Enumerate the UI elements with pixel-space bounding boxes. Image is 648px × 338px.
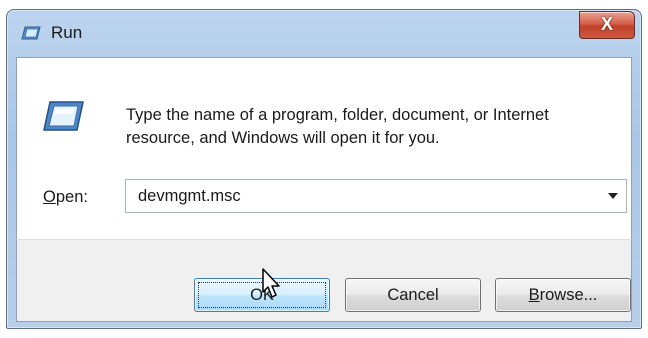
ok-button[interactable]: OK (194, 278, 330, 312)
dialog-body: Type the name of a program, folder, docu… (16, 57, 632, 240)
open-label-accelerator: O (43, 188, 56, 206)
title-bar[interactable]: Run X (7, 10, 641, 56)
cancel-button-label: Cancel (387, 286, 439, 304)
run-icon (43, 101, 84, 131)
browse-button-label: rowse... (539, 286, 598, 304)
browse-button[interactable]: Browse... (495, 278, 631, 312)
description-text: Type the name of a program, folder, docu… (126, 106, 549, 147)
run-icon (21, 26, 41, 40)
run-dialog: Run X Type the name of a program, folder… (6, 9, 642, 329)
window-title: Run (51, 23, 83, 42)
focus-rectangle (198, 282, 326, 308)
open-combobox[interactable] (125, 179, 627, 213)
open-input[interactable] (126, 180, 596, 212)
browse-button-accelerator: B (528, 286, 540, 304)
open-label-text: pen: (55, 188, 88, 206)
chevron-down-icon[interactable] (608, 193, 618, 199)
cancel-button[interactable]: Cancel (345, 278, 481, 312)
close-icon: X (600, 14, 613, 34)
open-label: Open: (43, 188, 88, 207)
close-button[interactable]: X (579, 11, 635, 39)
button-bar: OK Cancel Browse... (16, 239, 632, 322)
